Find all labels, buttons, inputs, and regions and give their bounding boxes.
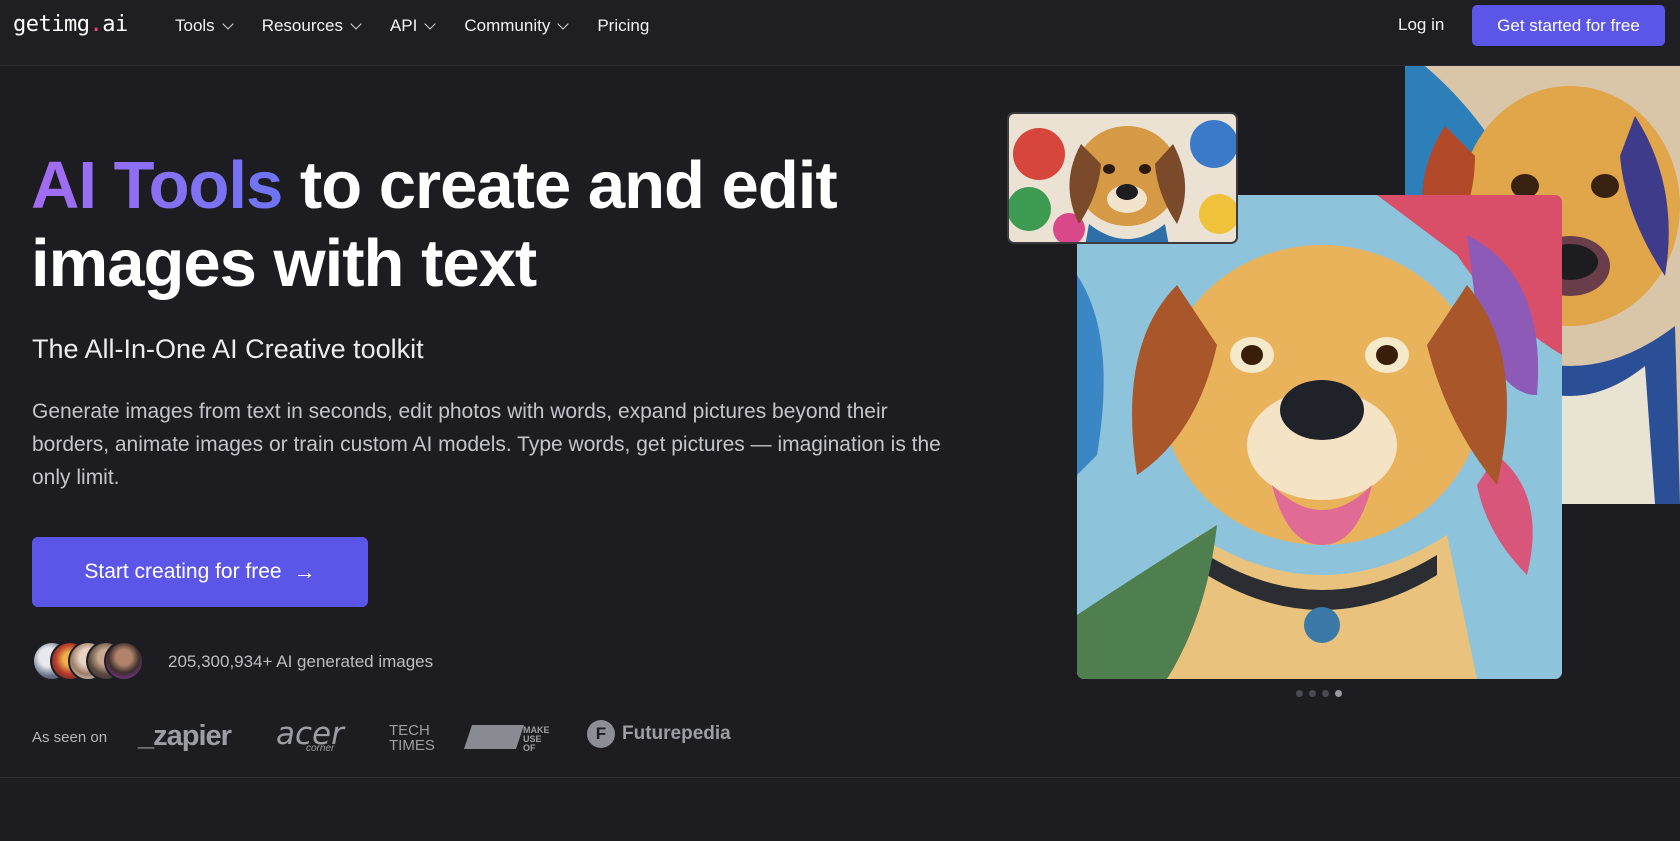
hero-title: AI Tools to create and edit images with … — [31, 147, 931, 303]
tech-times-top: TECH — [389, 722, 430, 739]
logo-suffix: ai — [102, 12, 128, 37]
start-creating-button[interactable]: Start creating for free → — [32, 537, 368, 607]
hero-subtitle: The All-In-One AI Creative toolkit — [32, 334, 424, 364]
arrow-right-icon: → — [293, 559, 316, 584]
nav-label: API — [389, 16, 418, 35]
login-link[interactable]: Log in — [1398, 15, 1444, 35]
chevron-down-icon — [350, 17, 362, 30]
svg-text:OF_: OF_ — [523, 743, 541, 751]
tech-times-bottom: TIMES — [389, 737, 435, 754]
chevron-down-icon — [424, 17, 437, 30]
tech-times-logo: TECH TIMES — [389, 723, 435, 753]
nav-item-api[interactable]: API — [389, 16, 437, 36]
nav-item-pricing[interactable]: Pricing — [597, 16, 649, 36]
top-nav: getimg.ai Tools Resources API Community … — [0, 0, 1680, 66]
carousel-indicators — [1296, 690, 1342, 697]
nav-label: Pricing — [597, 16, 650, 35]
zapier-logo: _zapier — [138, 720, 232, 752]
dog-painting-small — [1007, 112, 1238, 244]
acer-logo-subtext: corner — [306, 743, 335, 754]
nav-item-community[interactable]: Community — [464, 16, 569, 36]
carousel-dot[interactable] — [1296, 690, 1303, 697]
hero-title-highlight: AI Tools — [31, 148, 283, 223]
make-use-of-logo: MAKE USE OF_ — [464, 725, 550, 751]
carousel-dot-active[interactable] — [1335, 690, 1342, 697]
logo-prefix: getimg — [13, 12, 90, 37]
nav-label: Resources — [261, 16, 343, 35]
chevron-down-icon — [557, 17, 569, 30]
as-seen-on-label: As seen on — [32, 729, 108, 746]
nav-label: Tools — [175, 16, 215, 35]
section-divider — [0, 777, 1680, 778]
logo-dot: . — [89, 12, 103, 37]
start-creating-label: Start creating for free — [84, 560, 282, 583]
chevron-down-icon — [222, 17, 234, 30]
futurepedia-logo-icon: F — [587, 720, 615, 748]
logo[interactable]: getimg.ai — [13, 12, 128, 37]
get-started-button[interactable]: Get started for free — [1472, 5, 1665, 46]
main-menu: Tools Resources API Community Pricing — [175, 0, 679, 52]
avatar — [104, 641, 144, 681]
carousel-dot[interactable] — [1309, 690, 1316, 697]
nav-item-resources[interactable]: Resources — [261, 16, 362, 36]
hero-description: Generate images from text in seconds, ed… — [32, 400, 941, 489]
user-avatars — [32, 641, 144, 683]
nav-item-tools[interactable]: Tools — [175, 16, 234, 36]
carousel-dot[interactable] — [1322, 690, 1329, 697]
futurepedia-logo: Futurepedia — [622, 723, 731, 744]
dog-painting-main — [1077, 195, 1562, 679]
generated-images-count: 205,300,934+ AI generated images — [168, 652, 434, 671]
nav-label: Community — [464, 16, 551, 35]
